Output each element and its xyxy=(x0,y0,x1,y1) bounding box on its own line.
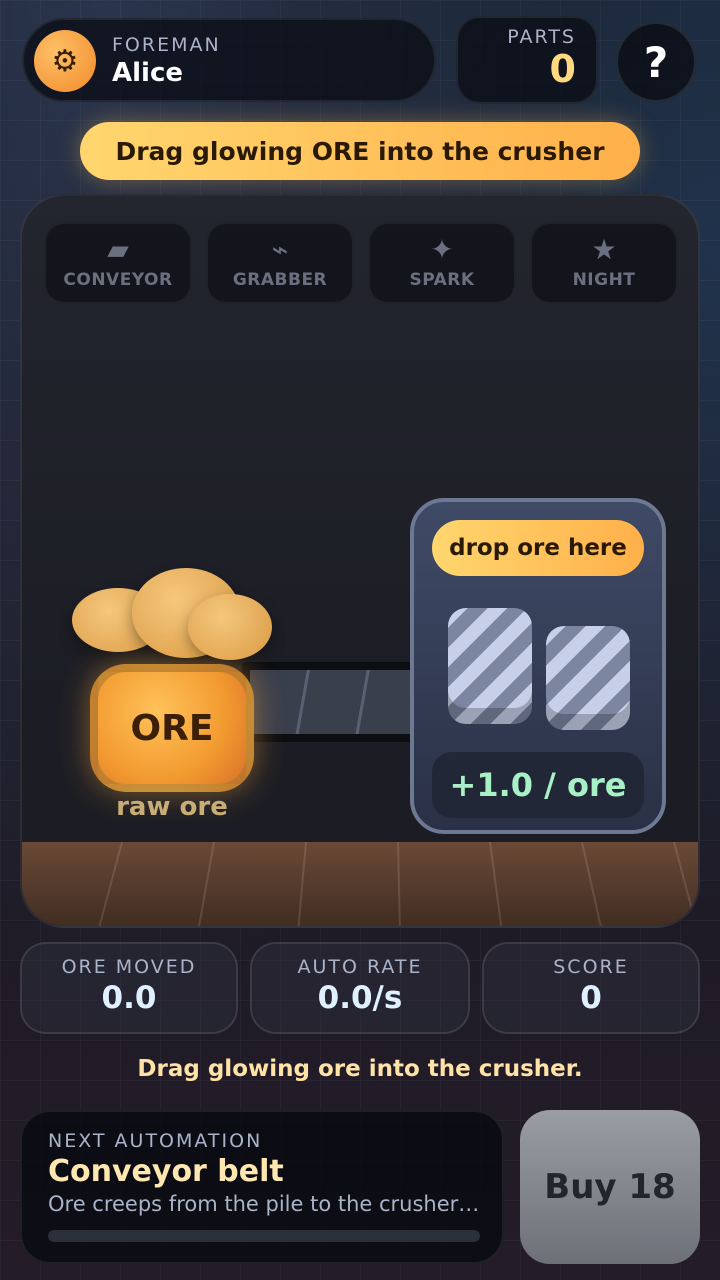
crusher-roller xyxy=(546,626,630,730)
factory-stage: ▰ CONVEYOR ⌁ GRABBER ✦ SPARK ★ NIGHT ORE… xyxy=(20,194,700,928)
tab-conveyor[interactable]: ▰ CONVEYOR xyxy=(44,222,192,304)
stat-label: ORE MOVED xyxy=(61,956,197,978)
automation-progress-bar xyxy=(48,1230,480,1242)
parts-counter: PARTS 0 xyxy=(456,16,598,104)
grabber-icon: ⌁ xyxy=(271,233,289,266)
parts-value: 0 xyxy=(549,47,576,91)
crusher-dropzone[interactable]: drop ore here +1.0 / ore xyxy=(410,498,666,834)
automation-label: NEXT AUTOMATION xyxy=(48,1130,263,1152)
help-button[interactable]: ? xyxy=(616,22,696,102)
stat-value: 0.0 xyxy=(101,980,157,1016)
stat-value: 0.0/s xyxy=(317,980,403,1016)
stat-value: 0 xyxy=(580,980,602,1016)
tab-night[interactable]: ★ NIGHT xyxy=(530,222,678,304)
parts-label: PARTS xyxy=(507,26,576,48)
automation-description: Ore creeps from the pile to the crusher … xyxy=(48,1192,482,1216)
ore-draggable[interactable]: ORE xyxy=(90,664,254,792)
conveyor-icon: ▰ xyxy=(107,233,129,266)
tab-label: GRABBER xyxy=(232,270,328,290)
tab-spark[interactable]: ✦ SPARK xyxy=(368,222,516,304)
crusher-roller xyxy=(448,608,532,724)
tab-label: SPARK xyxy=(409,270,475,290)
foreman-name: Alice xyxy=(112,58,183,88)
buy-button[interactable]: Buy 18 xyxy=(520,1110,700,1264)
hint-banner: Drag glowing ORE into the crusher xyxy=(80,122,640,180)
next-automation-card: NEXT AUTOMATION Conveyor belt Ore creeps… xyxy=(20,1110,504,1264)
drop-zone-label: drop ore here xyxy=(432,520,644,576)
wooden-floor xyxy=(22,842,698,926)
tab-grabber[interactable]: ⌁ GRABBER xyxy=(206,222,354,304)
conveyor-belt xyxy=(242,662,422,742)
ore-caption: raw ore xyxy=(116,792,228,822)
stat-auto-rate: AUTO RATE 0.0/s xyxy=(250,942,470,1034)
gear-icon[interactable]: ⚙ xyxy=(34,30,96,92)
tab-label: NIGHT xyxy=(572,270,636,290)
stat-label: SCORE xyxy=(553,956,629,978)
stat-label: AUTO RATE xyxy=(297,956,423,978)
foreman-label: FOREMAN xyxy=(112,34,221,56)
tab-label: CONVEYOR xyxy=(63,270,173,290)
crusher-rate: +1.0 / ore xyxy=(432,752,644,818)
stat-ore-moved: ORE MOVED 0.0 xyxy=(20,942,238,1034)
foreman-card: ⚙ FOREMAN Alice xyxy=(22,18,436,102)
stat-score: SCORE 0 xyxy=(482,942,700,1034)
star-icon: ★ xyxy=(591,233,617,266)
spark-icon: ✦ xyxy=(430,233,454,266)
status-message: Drag glowing ore into the crusher. xyxy=(137,1056,583,1082)
automation-title: Conveyor belt xyxy=(48,1154,284,1189)
